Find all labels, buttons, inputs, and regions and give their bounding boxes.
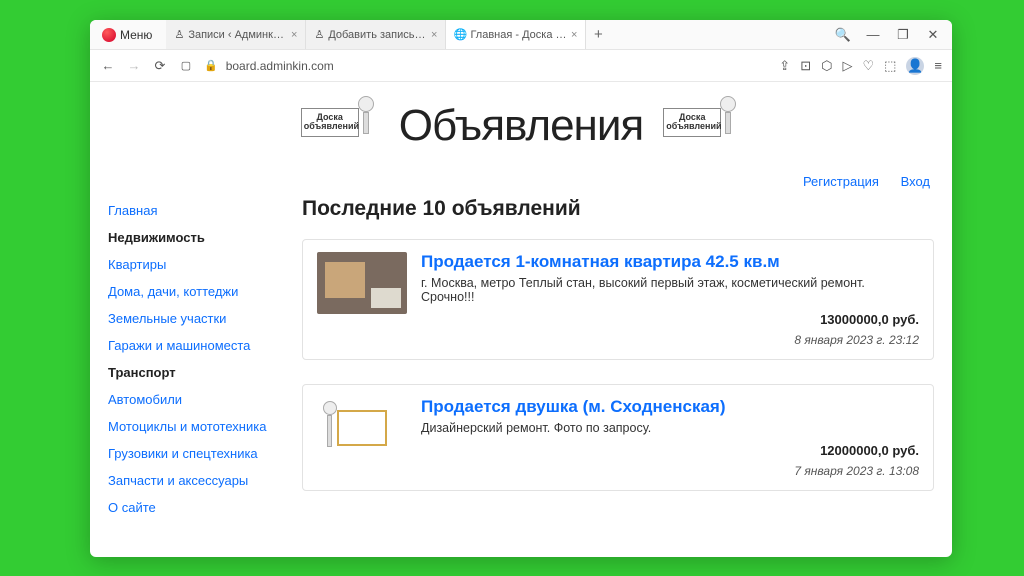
ad-title-link[interactable]: Продается 1-комнатная квартира 42.5 кв.м [421, 252, 919, 272]
section-title: Последние 10 объявлений [302, 197, 934, 221]
ad-card-1: Продается двушка (м. Сходненская) Дизайн… [302, 384, 934, 491]
back-button[interactable]: ← [100, 58, 116, 73]
browser-window: Меню ♙ Записи ‹ Админкин — W… × ♙ Добави… [90, 20, 952, 557]
main-column: Последние 10 объявлений Продается 1-комн… [302, 197, 934, 521]
address-bar: ← → ⟳ ▢ 🔒 board.adminkin.com ⇪ ⊡ ⬡ ▷ ♡ ⬚… [90, 50, 952, 82]
home-icon[interactable]: ▢ [178, 59, 194, 72]
title-bar: Меню ♙ Записи ‹ Админкин — W… × ♙ Добави… [90, 20, 952, 50]
sidebar-item[interactable]: Грузовики и спецтехника [108, 440, 276, 467]
ad-body: Продается 1-комнатная квартира 42.5 кв.м… [421, 252, 919, 347]
stickman-icon [351, 96, 381, 156]
sidebar-item[interactable]: Запчасти и аксессуары [108, 467, 276, 494]
minimize-button[interactable]: — [858, 20, 888, 50]
tab-0[interactable]: ♙ Записи ‹ Админкин — W… × [166, 20, 306, 49]
shield-icon[interactable]: ⬡ [821, 58, 832, 74]
ad-title-link[interactable]: Продается двушка (м. Сходненская) [421, 397, 919, 417]
ad-thumbnail[interactable] [317, 397, 407, 459]
close-icon[interactable]: × [291, 29, 297, 41]
opera-menu-button[interactable]: Меню [94, 28, 160, 42]
heart-icon[interactable]: ♡ [862, 58, 874, 74]
page-title: Объявления [399, 101, 644, 151]
tab-title: Записи ‹ Админкин — W… [188, 29, 287, 41]
sidebar-item[interactable]: Автомобили [108, 386, 276, 413]
globe-icon: 🌐 [454, 29, 466, 41]
tab-1[interactable]: ♙ Добавить запись ‹ Адми… × [306, 20, 446, 49]
sidebar: ГлавнаяНедвижимостьКвартирыДома, дачи, к… [108, 197, 276, 521]
close-icon[interactable]: × [571, 29, 577, 41]
close-icon[interactable]: × [431, 29, 437, 41]
register-link[interactable]: Регистрация [803, 174, 879, 189]
sidebar-item[interactable]: Дома, дачи, коттеджи [108, 278, 276, 305]
tab-2[interactable]: 🌐 Главная - Доска объявле… × [446, 20, 586, 49]
ad-thumbnail[interactable] [317, 252, 407, 314]
ad-price: 13000000,0 руб. [421, 312, 919, 327]
person-icon: ♙ [174, 29, 184, 41]
sidebar-item[interactable]: Мотоциклы и мототехника [108, 413, 276, 440]
tab-strip: ♙ Записи ‹ Админкин — W… × ♙ Добавить за… [166, 20, 610, 49]
page-content: Доска объявлений Объявления Доска объявл… [90, 82, 952, 557]
search-icon[interactable]: 🔍 [828, 20, 858, 50]
send-icon[interactable]: ▷ [842, 58, 852, 74]
ad-date: 7 января 2023 г. 13:08 [421, 464, 919, 478]
camera-icon[interactable]: ⊡ [800, 58, 811, 74]
ad-body: Продается двушка (м. Сходненская) Дизайн… [421, 397, 919, 478]
tab-title: Главная - Доска объявле… [470, 29, 567, 41]
profile-icon[interactable]: 👤 [906, 57, 924, 75]
easy-setup-icon[interactable]: ≡ [934, 58, 942, 73]
toolbar-icons: ⇪ ⊡ ⬡ ▷ ♡ ⬚ 👤 ≡ [779, 57, 942, 75]
stickman-icon [713, 96, 743, 156]
opera-icon [102, 28, 116, 42]
ad-description: г. Москва, метро Теплый стан, высокий пе… [421, 276, 919, 304]
menu-label: Меню [120, 28, 152, 42]
sidebar-heading: Недвижимость [108, 224, 276, 251]
window-controls: 🔍 — ❐ ✕ [828, 20, 948, 50]
ad-date: 8 января 2023 г. 23:12 [421, 333, 919, 347]
sidebar-item[interactable]: Земельные участки [108, 305, 276, 332]
url-field[interactable]: 🔒 board.adminkin.com [204, 59, 769, 73]
sidebar-item[interactable]: Главная [108, 197, 276, 224]
ad-price: 12000000,0 руб. [421, 443, 919, 458]
url-text: board.adminkin.com [226, 59, 334, 73]
layout: ГлавнаяНедвижимостьКвартирыДома, дачи, к… [90, 197, 952, 541]
sidebar-heading: Транспорт [108, 359, 276, 386]
login-link[interactable]: Вход [901, 174, 930, 189]
user-bar: Регистрация Вход [90, 170, 952, 197]
forward-button[interactable]: → [126, 58, 142, 73]
ad-description: Дизайнерский ремонт. Фото по запросу. [421, 421, 919, 435]
person-icon: ♙ [314, 29, 324, 41]
share-icon[interactable]: ⇪ [779, 58, 790, 74]
lock-icon: 🔒 [204, 59, 218, 72]
mascot-left: Доска объявлений [295, 96, 385, 156]
tab-title: Добавить запись ‹ Адми… [328, 29, 427, 41]
sidebar-item[interactable]: О сайте [108, 494, 276, 521]
reload-button[interactable]: ⟳ [152, 58, 168, 74]
cube-icon[interactable]: ⬚ [884, 58, 896, 74]
ad-card-0: Продается 1-комнатная квартира 42.5 кв.м… [302, 239, 934, 360]
sidebar-item[interactable]: Квартиры [108, 251, 276, 278]
header-banner: Доска объявлений Объявления Доска объявл… [90, 82, 952, 170]
maximize-button[interactable]: ❐ [888, 20, 918, 50]
mascot-right: Доска объявлений [657, 96, 747, 156]
close-button[interactable]: ✕ [918, 20, 948, 50]
sidebar-item[interactable]: Гаражи и машиноместа [108, 332, 276, 359]
new-tab-button[interactable]: + [586, 20, 610, 49]
